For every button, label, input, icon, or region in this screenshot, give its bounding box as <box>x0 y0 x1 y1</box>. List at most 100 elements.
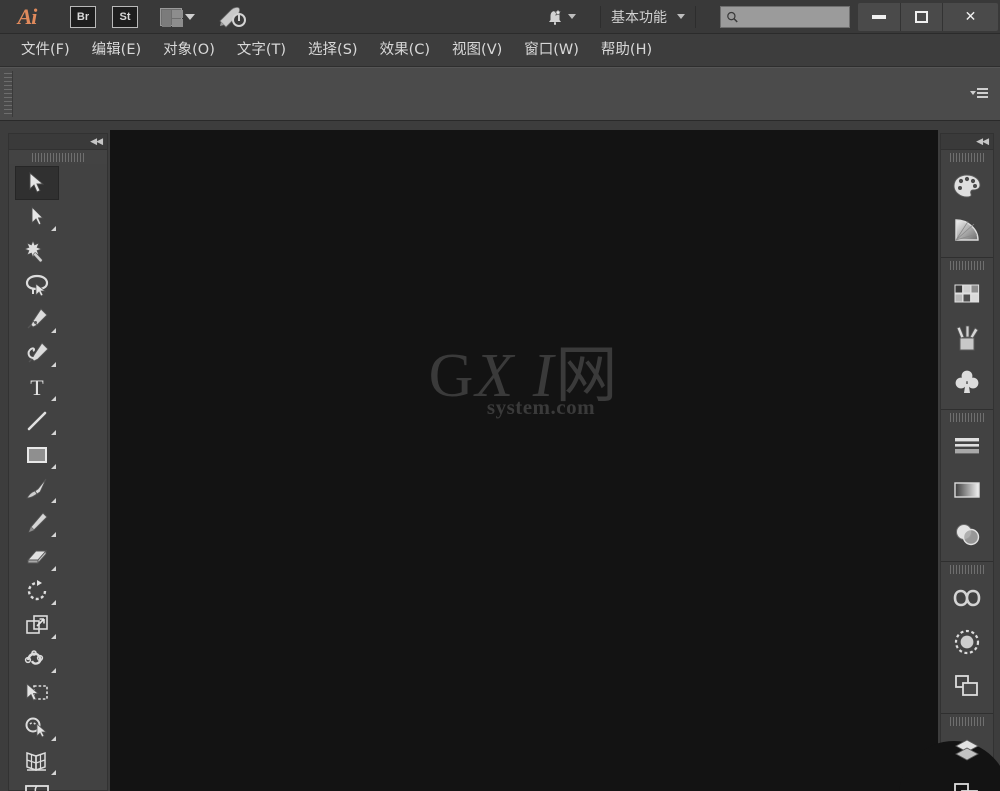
collapse-right-icon[interactable]: ◀◀ <box>976 137 989 146</box>
workspace-switcher[interactable]: 基本功能 <box>611 7 685 27</box>
grip-dots-icon <box>950 564 984 574</box>
bridge-launch-button[interactable]: Br <box>70 5 96 28</box>
panel-stroke[interactable] <box>941 424 993 468</box>
control-bar-grip[interactable] <box>4 71 13 117</box>
menu-effect[interactable]: 效果(C) <box>369 39 441 62</box>
panel-appearance[interactable] <box>941 620 993 664</box>
dock-grip[interactable] <box>941 258 993 272</box>
type-tool[interactable]: T <box>15 370 59 404</box>
panel-libraries[interactable] <box>941 576 993 620</box>
control-bar-menu-button[interactable] <box>968 86 990 102</box>
divider <box>695 5 696 28</box>
free-transform-icon <box>26 683 48 701</box>
dock-grip[interactable] <box>941 410 993 424</box>
search-input[interactable] <box>738 10 849 23</box>
menu-edit[interactable]: 编辑(E) <box>81 39 152 62</box>
arrange-documents-button[interactable] <box>160 7 195 27</box>
mesh-tool[interactable] <box>15 778 59 791</box>
menu-object[interactable]: 对象(O) <box>152 39 226 62</box>
eraser-icon <box>26 549 48 565</box>
scale-tool[interactable] <box>15 608 59 642</box>
menu-view[interactable]: 视图(V) <box>441 39 513 62</box>
line-segment-tool[interactable] <box>15 404 59 438</box>
curvature-tool[interactable] <box>15 336 59 370</box>
symbols-clover-icon <box>955 370 979 393</box>
watermark-xi: X I <box>475 342 556 410</box>
panel-links[interactable] <box>941 772 993 791</box>
panel-symbols[interactable] <box>941 360 993 404</box>
illustrator-window: Ai Br St 基本功能 ✕ 文件(F) 编辑(E) 对象(O) 文字(T) … <box>0 0 1000 791</box>
panel-swatches[interactable] <box>941 272 993 316</box>
collapse-left-icon[interactable]: ◀◀ <box>90 137 103 146</box>
rotate-icon <box>27 580 47 601</box>
free-transform-tool[interactable] <box>15 676 59 710</box>
flyout-corner-icon <box>51 532 56 537</box>
panel-layers[interactable] <box>941 728 993 772</box>
panel-transparency[interactable] <box>941 512 993 556</box>
pen-tool[interactable] <box>15 302 59 336</box>
perspective-grid-icon <box>26 751 46 772</box>
rectangle-tool[interactable] <box>15 438 59 472</box>
tools-panel-header: ◀◀ <box>9 134 107 150</box>
magic-wand-tool[interactable] <box>15 234 59 268</box>
dashed-circle-icon <box>954 629 980 655</box>
dock-grip[interactable] <box>941 714 993 728</box>
perspective-grid-tool[interactable] <box>15 744 59 778</box>
menu-help[interactable]: 帮助(H) <box>590 39 663 62</box>
minimize-button[interactable] <box>858 2 900 31</box>
watermark-g: G <box>428 342 476 410</box>
chevron-down-icon <box>677 14 685 19</box>
menu-type[interactable]: 文字(T) <box>226 39 297 62</box>
close-button[interactable]: ✕ <box>942 2 998 31</box>
width-tool[interactable] <box>15 642 59 676</box>
mesh-icon <box>25 785 49 791</box>
swatches-grid-icon <box>954 284 980 303</box>
selection-tool[interactable] <box>15 166 59 200</box>
flyout-corner-icon <box>51 498 56 503</box>
brushes-cup-icon <box>956 325 979 351</box>
tool-grid: T <box>9 164 107 791</box>
dock-grip[interactable] <box>941 562 993 576</box>
flyout-corner-icon <box>51 328 56 333</box>
direct-selection-tool[interactable] <box>15 200 59 234</box>
document-canvas[interactable]: GX I网 system.com <box>110 130 938 791</box>
watermark-cn: 网 <box>555 342 620 410</box>
tools-panel-grip[interactable] <box>9 150 107 164</box>
panel-color-guide[interactable] <box>941 208 993 252</box>
dock-group-3 <box>941 410 993 562</box>
maximize-button[interactable] <box>900 2 942 31</box>
color-guide-wedge-icon <box>955 219 979 241</box>
paintbrush-tool[interactable] <box>15 472 59 506</box>
sync-settings-button[interactable] <box>217 5 247 29</box>
arrange-documents-icon <box>160 7 183 27</box>
notification-bell-icon <box>549 7 562 25</box>
menu-file[interactable]: 文件(F) <box>10 39 81 62</box>
dock-grip[interactable] <box>941 150 993 164</box>
divider <box>600 5 601 28</box>
flyout-corner-icon <box>51 770 56 775</box>
shape-builder-tool[interactable] <box>15 710 59 744</box>
watermark: GX I网 system.com <box>110 345 938 420</box>
pencil-tool[interactable] <box>15 506 59 540</box>
eraser-tool[interactable] <box>15 540 59 574</box>
stroke-lines-icon <box>955 438 979 454</box>
lasso-icon <box>25 274 49 296</box>
rotate-tool[interactable] <box>15 574 59 608</box>
notifications-button[interactable] <box>545 7 576 27</box>
flyout-corner-icon <box>51 396 56 401</box>
stock-launch-button[interactable]: St <box>112 5 138 28</box>
panel-artboards[interactable] <box>941 664 993 708</box>
lasso-tool[interactable] <box>15 268 59 302</box>
panel-brushes[interactable] <box>941 316 993 360</box>
flyout-corner-icon <box>51 668 56 673</box>
flyout-corner-icon <box>51 566 56 571</box>
menu-window[interactable]: 窗口(W) <box>513 39 590 62</box>
search-field[interactable] <box>720 5 850 28</box>
menu-select[interactable]: 选择(S) <box>297 39 369 62</box>
grip-dots-icon <box>950 716 984 726</box>
control-bar <box>0 67 1000 121</box>
app-logo: Ai <box>17 3 38 29</box>
panel-gradient[interactable] <box>941 468 993 512</box>
gradient-bar-icon <box>954 482 980 498</box>
panel-color[interactable] <box>941 164 993 208</box>
